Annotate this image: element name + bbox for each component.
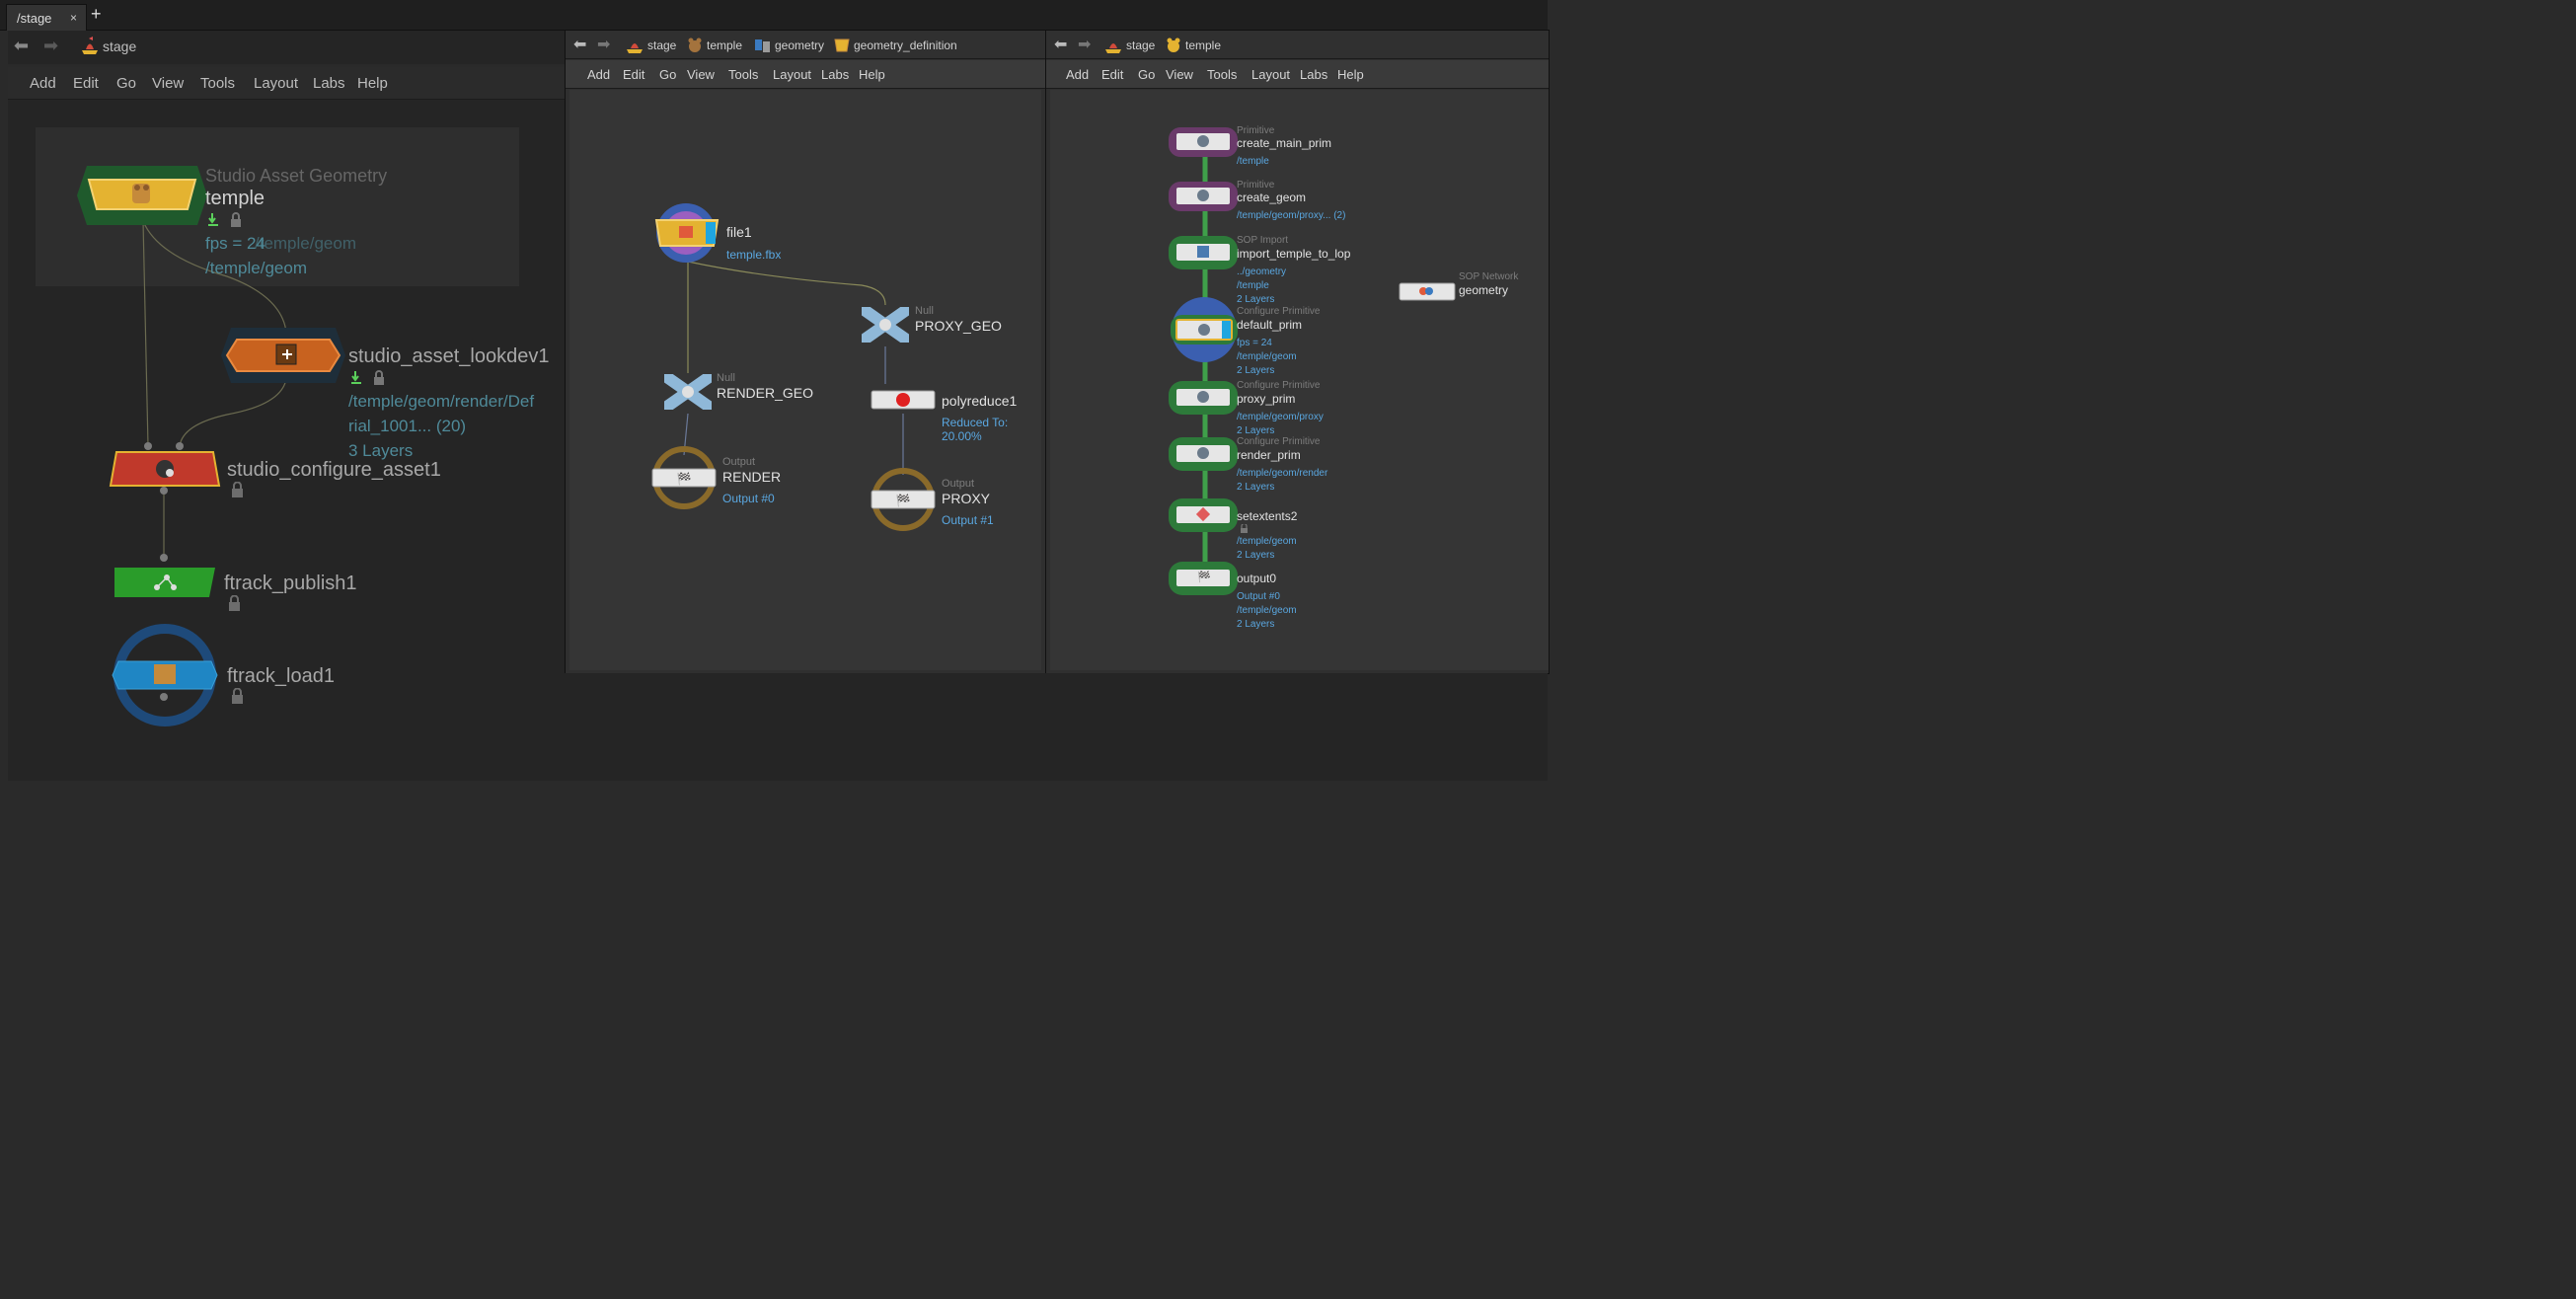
lock-icon (1241, 524, 1248, 533)
render-output-type: Output (722, 456, 756, 468)
lower-background (565, 673, 1548, 781)
output0-node[interactable]: 🏁 (1169, 562, 1238, 595)
render-output-info: Output #0 (722, 492, 775, 505)
create-main-prim-info: /temple (1237, 156, 1269, 167)
configure-node-label: studio_configure_asset1 (227, 459, 441, 481)
proxy-geo-node[interactable] (862, 307, 909, 343)
configure-node[interactable] (109, 450, 221, 488)
create-geom-info: /temple/geom/proxy... (2) (1237, 210, 1346, 221)
sop-network-node[interactable] (1398, 280, 1459, 304)
render-prim-type: Configure Primitive (1237, 436, 1321, 447)
sop-network-type: SOP Network (1459, 271, 1519, 282)
mid-wires (683, 261, 904, 475)
file1-label: file1 (726, 224, 752, 240)
render-prim-info-2: 2 Layers (1237, 482, 1275, 493)
import-temple-label: import_temple_to_lop (1237, 247, 1351, 261)
lookdev-line-3: 3 Layers (348, 441, 414, 460)
lock-icon (232, 688, 243, 704)
render-geo-type: Null (717, 372, 735, 384)
import-temple-type: SOP Import (1237, 235, 1289, 246)
temple-node[interactable] (73, 164, 211, 227)
sop-network-label: geometry (1459, 283, 1509, 297)
setextents-info-2: 2 Layers (1237, 550, 1275, 561)
proxy-prim-type: Configure Primitive (1237, 380, 1321, 391)
render-prim-node[interactable] (1169, 437, 1238, 471)
create-main-prim-label: create_main_prim (1237, 136, 1332, 150)
lookdev-node-label: studio_asset_lookdev1 (348, 345, 550, 367)
proxy-output-info: Output #1 (942, 513, 994, 527)
temple-pane: ⬅ ➡ stage temple Add Edit Go View Tools … (1045, 30, 1550, 674)
create-geom-type: Primitive (1237, 180, 1275, 191)
create-geom-node[interactable] (1169, 182, 1238, 211)
create-main-prim-node[interactable] (1169, 127, 1238, 157)
lookdev-line-1: /temple/geom/render/Def (348, 392, 535, 411)
temple-param-b: /temple/geom (255, 234, 356, 253)
setextents-info-1: /temple/geom (1237, 536, 1297, 547)
setextents-node[interactable] (1169, 498, 1238, 532)
proxy-prim-label: proxy_prim (1237, 392, 1296, 406)
default-prim-type: Configure Primitive (1237, 306, 1321, 317)
file1-node[interactable] (652, 200, 721, 266)
default-prim-info-3: 2 Layers (1237, 365, 1275, 376)
polyreduce-node[interactable] (870, 388, 937, 412)
load-node-label: ftrack_load1 (227, 665, 335, 687)
polyreduce-label: polyreduce1 (942, 393, 1018, 409)
svg-text:🏁: 🏁 (896, 494, 911, 507)
proxy-prim-node[interactable] (1169, 381, 1238, 415)
default-prim-label: default_prim (1237, 318, 1303, 332)
output0-info-3: 2 Layers (1237, 619, 1275, 630)
left-wires (139, 217, 290, 701)
proxy-prim-info-1: /temple/geom/proxy (1237, 412, 1324, 422)
render-prim-label: render_prim (1237, 448, 1301, 462)
download-icon (208, 212, 241, 227)
default-prim-node[interactable] (1167, 295, 1242, 364)
temple-node-label: temple (205, 188, 265, 209)
default-prim-info-2: /temple/geom (1237, 351, 1297, 362)
import-temple-info-2: /temple (1237, 280, 1269, 291)
geometry-definition-pane: ⬅ ➡ stage temple geometry geometry_defin… (565, 30, 1046, 674)
output0-info-2: /temple/geom (1237, 605, 1297, 616)
svg-text:🏁: 🏁 (677, 472, 692, 486)
default-prim-info-1: fps = 24 (1237, 338, 1272, 348)
proxy-output-label: PROXY (942, 491, 991, 506)
lookdev-node[interactable] (219, 326, 347, 385)
temple-param-c: /temple/geom (205, 259, 307, 277)
create-geom-label: create_geom (1237, 191, 1307, 204)
proxy-output-type: Output (942, 478, 975, 490)
download-icon (351, 370, 384, 385)
import-temple-node[interactable] (1169, 236, 1238, 269)
import-temple-info-1: ../geometry (1237, 267, 1287, 277)
create-main-prim-type: Primitive (1237, 125, 1275, 136)
file1-info: temple.fbx (726, 248, 782, 262)
right-wires (1202, 149, 1208, 583)
setextents-label: setextents2 (1237, 509, 1298, 523)
lock-icon (232, 482, 243, 497)
publish-node-label: ftrack_publish1 (224, 573, 357, 594)
polyreduce-info: Reduced To: 20.00% (942, 416, 1009, 443)
output0-info-1: Output #0 (1237, 591, 1280, 602)
import-temple-info-3: 2 Layers (1237, 294, 1275, 305)
render-output-node[interactable]: 🏁 (650, 445, 718, 510)
proxy-output-node[interactable]: 🏁 (870, 467, 937, 532)
proxy-geo-type: Null (915, 305, 934, 317)
render-output-label: RENDER (722, 469, 782, 485)
render-prim-info-1: /temple/geom/render (1237, 468, 1328, 479)
lookdev-line-2: rial_1001... (20) (348, 417, 467, 435)
render-geo-node[interactable] (664, 374, 712, 410)
render-geo-label: RENDER_GEO (717, 385, 814, 401)
load-node[interactable] (111, 622, 219, 728)
publish-node[interactable] (113, 566, 217, 599)
lock-icon (229, 595, 240, 611)
proxy-geo-label: PROXY_GEO (915, 318, 1002, 334)
output0-label: output0 (1237, 572, 1277, 585)
